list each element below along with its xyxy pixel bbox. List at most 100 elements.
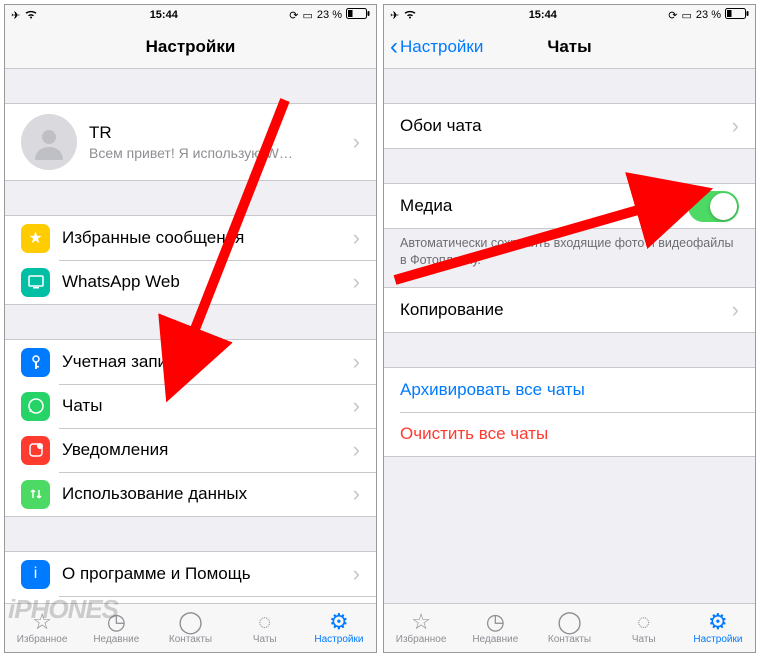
status-bar: ✈︎ 15:44 ⟳ ▭ 23 % (384, 5, 755, 25)
nav-bar: ‹ Настройки Чаты (384, 25, 755, 69)
screen-chats-settings: ✈︎ 15:44 ⟳ ▭ 23 % ‹ Настройки Чаты (383, 4, 756, 653)
tab-bar: ☆ Избранное ◷ Недавние ◯ Контакты ◌ Чаты… (384, 603, 755, 652)
tab-settings[interactable]: ⚙ Настройки (681, 604, 755, 652)
chevron-right-icon: › (732, 297, 739, 323)
status-bar: ✈︎ 15:44 ⟳ ▭ 23 % (5, 5, 376, 25)
wifi-icon (24, 9, 38, 22)
chevron-right-icon: › (353, 349, 360, 375)
row-archive-all[interactable]: Архивировать все чаты (384, 368, 755, 412)
row-wallpaper[interactable]: Обои чата › (384, 104, 755, 148)
chevron-right-icon: › (732, 113, 739, 139)
row-account[interactable]: Учетная запись › (5, 340, 376, 384)
info-icon: i (21, 560, 50, 589)
tab-favorites[interactable]: ☆ Избранное (384, 604, 458, 652)
portrait-icon: ▭ (682, 9, 692, 22)
row-backup[interactable]: Копирование › (384, 288, 755, 332)
arrows-icon (21, 480, 50, 509)
row-clear-all[interactable]: Очистить все чаты (384, 412, 755, 456)
whatsapp-icon (21, 392, 50, 421)
back-label: Настройки (400, 37, 483, 57)
row-label: Чаты (62, 396, 347, 416)
nav-title: Чаты (547, 37, 591, 57)
profile-name: TR (89, 123, 347, 143)
row-label: Избранные сообщения (62, 228, 347, 248)
key-icon (21, 348, 50, 377)
watermark: iPHONES (8, 594, 118, 625)
chevron-right-icon: › (353, 269, 360, 295)
tab-label: Чаты (632, 634, 656, 645)
chevron-right-icon: › (353, 225, 360, 251)
tab-label: Контакты (169, 634, 212, 645)
bell-icon (21, 436, 50, 465)
battery-icon (346, 8, 370, 22)
settings-content[interactable]: TR Всем привет! Я использую W… › ★ Избра… (5, 69, 376, 603)
row-label: Учетная запись (62, 352, 347, 372)
airplane-icon: ✈︎ (11, 9, 20, 22)
row-label: WhatsApp Web (62, 272, 347, 292)
tab-label: Недавние (93, 634, 139, 645)
row-media-toggle[interactable]: Медиа (384, 184, 755, 228)
tab-recents[interactable]: ◷ Недавние (458, 604, 532, 652)
profile-status: Всем привет! Я использую W… (89, 145, 347, 161)
toggle-knob (710, 193, 737, 220)
screen-settings: ✈︎ 15:44 ⟳ ▭ 23 % Настройки (4, 4, 377, 653)
tab-chats[interactable]: ◌ Чаты (228, 604, 302, 652)
gear-icon: ⚙ (708, 611, 728, 633)
clock-icon: ◷ (486, 611, 505, 633)
avatar (21, 114, 77, 170)
row-label: Обои чата (400, 116, 726, 136)
media-footer: Автоматически сохранять входящие фото и … (384, 229, 755, 269)
back-button[interactable]: ‹ Настройки (390, 35, 483, 59)
row-chats[interactable]: Чаты › (5, 384, 376, 428)
tab-chats[interactable]: ◌ Чаты (607, 604, 681, 652)
row-label: О программе и Помощь (62, 564, 347, 584)
tab-label: Избранное (17, 634, 68, 645)
tab-label: Недавние (472, 634, 518, 645)
nav-title: Настройки (146, 37, 236, 57)
row-label: Очистить все чаты (400, 424, 739, 444)
chats-icon: ◌ (637, 611, 650, 633)
chevron-right-icon: › (353, 393, 360, 419)
row-starred[interactable]: ★ Избранные сообщения › (5, 216, 376, 260)
tab-contacts[interactable]: ◯ Контакты (532, 604, 606, 652)
monitor-icon (21, 268, 50, 297)
chats-icon: ◌ (258, 611, 271, 633)
portrait-icon: ▭ (303, 9, 313, 22)
chevron-right-icon: › (353, 437, 360, 463)
gear-icon: ⚙ (329, 611, 349, 633)
battery-icon (725, 8, 749, 22)
chevron-right-icon: › (353, 481, 360, 507)
star-outline-icon: ☆ (411, 611, 431, 633)
row-label: Архивировать все чаты (400, 380, 739, 400)
nav-bar: Настройки (5, 25, 376, 69)
row-notifications[interactable]: Уведомления › (5, 428, 376, 472)
tab-label: Настройки (693, 634, 742, 645)
battery-pct: 23 % (696, 9, 721, 21)
tab-label: Чаты (253, 634, 277, 645)
battery-pct: 23 % (317, 9, 342, 21)
chevron-left-icon: ‹ (390, 35, 398, 59)
orientation-lock-icon: ⟳ (289, 9, 298, 22)
media-toggle[interactable] (688, 191, 739, 222)
profile-cell[interactable]: TR Всем привет! Я использую W… › (5, 104, 376, 180)
row-whatsapp-web[interactable]: WhatsApp Web › (5, 260, 376, 304)
person-icon: ◯ (557, 611, 582, 633)
row-label: Медиа (400, 196, 688, 216)
chats-settings-content[interactable]: Обои чата › Медиа Автоматически сохранят… (384, 69, 755, 603)
row-label: Копирование (400, 300, 726, 320)
wifi-icon (403, 9, 417, 22)
row-data-usage[interactable]: Использование данных › (5, 472, 376, 516)
status-time: 15:44 (529, 9, 557, 21)
airplane-icon: ✈︎ (390, 9, 399, 22)
row-about[interactable]: i О программе и Помощь › (5, 552, 376, 596)
tab-settings[interactable]: ⚙ Настройки (302, 604, 376, 652)
chevron-right-icon: › (353, 129, 360, 155)
orientation-lock-icon: ⟳ (668, 9, 677, 22)
tab-contacts[interactable]: ◯ Контакты (153, 604, 227, 652)
status-time: 15:44 (150, 9, 178, 21)
chevron-right-icon: › (353, 561, 360, 587)
tab-label: Контакты (548, 634, 591, 645)
person-icon: ◯ (178, 611, 203, 633)
row-label: Уведомления (62, 440, 347, 460)
tab-label: Избранное (396, 634, 447, 645)
